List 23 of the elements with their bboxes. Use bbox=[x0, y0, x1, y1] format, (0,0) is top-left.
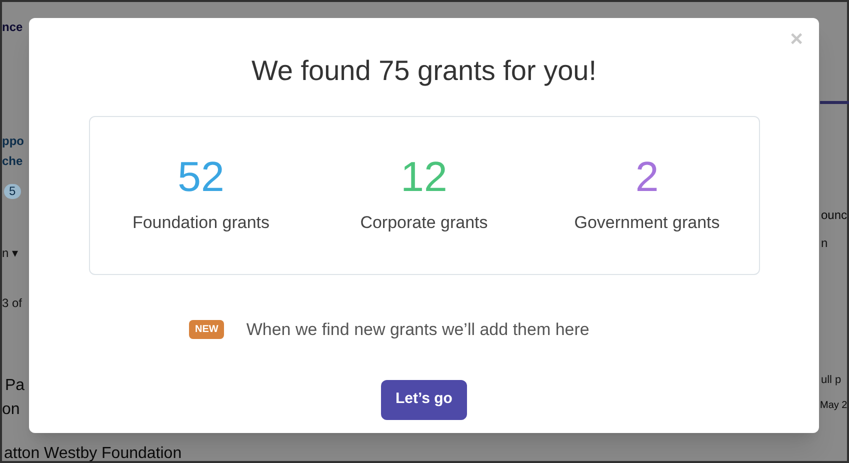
grant-category-label: Corporate grants bbox=[360, 212, 488, 234]
background-text: 5 bbox=[4, 184, 21, 199]
background-text: nce bbox=[2, 20, 23, 35]
background-text: che bbox=[2, 154, 23, 169]
grant-count: 12 bbox=[400, 156, 448, 198]
grant-category-label: Government grants bbox=[574, 212, 720, 234]
grant-count: 52 bbox=[178, 156, 224, 198]
background-text: Pa bbox=[5, 376, 25, 396]
background-text: ull p bbox=[821, 374, 842, 388]
background-text: May 2 bbox=[820, 400, 848, 412]
background-text: n ▾ bbox=[2, 246, 18, 261]
lets-go-button[interactable]: Let’s go bbox=[381, 380, 467, 420]
grant-count: 2 bbox=[635, 156, 659, 198]
background-text: ppo bbox=[2, 134, 24, 149]
background-text: atton Westby Foundation bbox=[4, 444, 182, 463]
new-badge: NEW bbox=[189, 320, 224, 340]
modal-title: We found 75 grants for you! bbox=[251, 54, 597, 88]
notice-text: When we find new grants we’ll add them here bbox=[246, 319, 590, 341]
background-text: on bbox=[2, 400, 20, 420]
background-text: 3 of bbox=[2, 296, 22, 311]
background-text: n bbox=[821, 236, 828, 251]
grant-category-label: Foundation grants bbox=[132, 212, 270, 234]
background-text: ounc bbox=[821, 208, 848, 223]
